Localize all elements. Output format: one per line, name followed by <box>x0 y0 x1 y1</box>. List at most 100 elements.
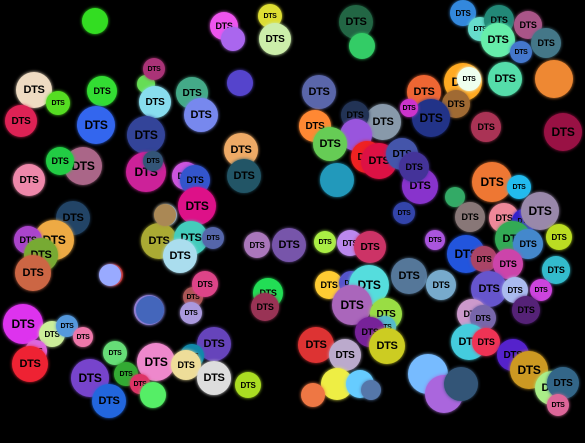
dts-bubble <box>320 163 354 197</box>
dts-label: DTS <box>206 234 220 242</box>
dts-label: DTS <box>78 371 102 385</box>
dts-label: DTS <box>514 48 528 56</box>
dts-label: DTS <box>230 144 252 156</box>
dts-label: DTS <box>19 358 41 370</box>
dts-bubble: DTS <box>184 98 218 132</box>
dts-label: DTS <box>203 338 225 350</box>
dts-label: DTS <box>146 157 160 165</box>
dts-label: DTS <box>340 298 364 312</box>
dts-bubble: DTS <box>314 231 336 253</box>
dts-label: DTS <box>147 65 161 73</box>
dts-bubble <box>99 264 121 286</box>
dts-label: DTS <box>93 86 111 96</box>
dts-label: DTS <box>447 99 465 109</box>
dts-bubble <box>301 383 325 407</box>
dts-label: DTS <box>184 309 198 317</box>
dts-label: DTS <box>528 204 552 218</box>
dts-label: DTS <box>197 279 213 289</box>
dts-bubble: DTS <box>547 394 569 416</box>
dts-label: DTS <box>308 86 330 98</box>
dts-bubble: DTS <box>143 58 165 80</box>
dts-bubble: DTS <box>139 86 171 118</box>
dts-label: DTS <box>499 259 517 269</box>
dts-label: DTS <box>119 370 133 378</box>
dts-label: DTS <box>372 116 394 128</box>
dts-label: DTS <box>335 349 355 361</box>
dts-label: DTS <box>51 156 69 166</box>
dts-label: DTS <box>360 241 380 253</box>
dts-bubble: DTS <box>87 76 117 106</box>
dts-bubble: DTS <box>455 202 485 232</box>
dts-label: DTS <box>186 175 204 185</box>
dts-label: DTS <box>305 339 327 351</box>
dts-label: DTS <box>551 401 565 409</box>
dts-label: DTS <box>461 212 479 222</box>
dts-label: DTS <box>249 240 265 250</box>
dts-bubble <box>444 367 478 401</box>
dts-bubble: DTS <box>5 105 37 137</box>
dts-label: DTS <box>144 355 168 369</box>
dts-bubble: DTS <box>73 327 93 347</box>
dts-bubble <box>154 204 176 226</box>
dts-bubble: DTS <box>12 346 48 382</box>
dts-label: DTS <box>233 170 255 182</box>
dts-label: DTS <box>397 209 411 217</box>
dts-bubble: DTS <box>235 372 261 398</box>
dts-label: DTS <box>476 254 492 264</box>
dts-label: DTS <box>11 317 35 331</box>
dts-bubble: DTS <box>457 67 481 91</box>
dts-bubble <box>361 380 381 400</box>
dts-label: DTS <box>428 236 442 244</box>
bubble-canvas: DTS DTS DTS DTS DTS DTS DTS DTS DTS DTS DTS DTS DTS D… <box>0 0 585 443</box>
dts-bubble: DTS <box>251 293 279 321</box>
dts-label: DTS <box>547 265 565 275</box>
dts-bubble: DTS <box>426 270 456 300</box>
dts-label: DTS <box>240 380 256 390</box>
dts-label: DTS <box>263 12 277 20</box>
dts-label: DTS <box>519 20 537 30</box>
dts-bubble <box>349 33 375 59</box>
dts-label: DTS <box>405 162 423 172</box>
dts-label: DTS <box>51 99 65 107</box>
dts-bubble <box>82 8 108 34</box>
dts-bubble <box>535 60 573 98</box>
dts-bubble: DTS <box>393 202 415 224</box>
dts-bubble: DTS <box>531 28 561 58</box>
dts-bubble: DTS <box>127 116 165 154</box>
dts-bubble <box>140 382 166 408</box>
dts-bubble: DTS <box>425 230 445 250</box>
dts-label: DTS <box>134 128 158 142</box>
dts-label: DTS <box>455 8 471 18</box>
dts-bubble: DTS <box>46 147 74 175</box>
dts-label: DTS <box>512 183 526 191</box>
dts-bubble: DTS <box>302 75 336 109</box>
dts-label: DTS <box>190 109 212 121</box>
dts-label: DTS <box>432 280 450 290</box>
dts-label: DTS <box>517 363 541 377</box>
dts-label: DTS <box>507 285 523 295</box>
dts-label: DTS <box>177 360 195 370</box>
dts-label: DTS <box>345 16 367 28</box>
dts-label: DTS <box>551 125 575 139</box>
dts-label: DTS <box>419 111 443 125</box>
dts-label: DTS <box>169 250 191 262</box>
dts-label: DTS <box>278 239 300 251</box>
dts-bubble: DTS <box>471 112 501 142</box>
dts-label: DTS <box>475 313 491 323</box>
dts-label: DTS <box>265 33 285 45</box>
dts-label: DTS <box>71 159 95 173</box>
dts-label: DTS <box>494 73 516 85</box>
dts-bubble: DTS <box>178 187 216 225</box>
dts-bubble <box>221 27 245 51</box>
dts-label: DTS <box>517 305 535 315</box>
dts-label: DTS <box>185 199 209 213</box>
dts-bubble: DTS <box>472 328 500 356</box>
dts-bubble: DTS <box>244 232 270 258</box>
dts-label: DTS <box>60 322 74 330</box>
dts-label: DTS <box>256 302 274 312</box>
dts-bubble: DTS <box>192 271 218 297</box>
dts-label: DTS <box>376 340 398 352</box>
dts-bubble: DTS <box>329 339 361 371</box>
dts-bubble: DTS <box>3 304 43 344</box>
dts-label: DTS <box>413 86 435 98</box>
